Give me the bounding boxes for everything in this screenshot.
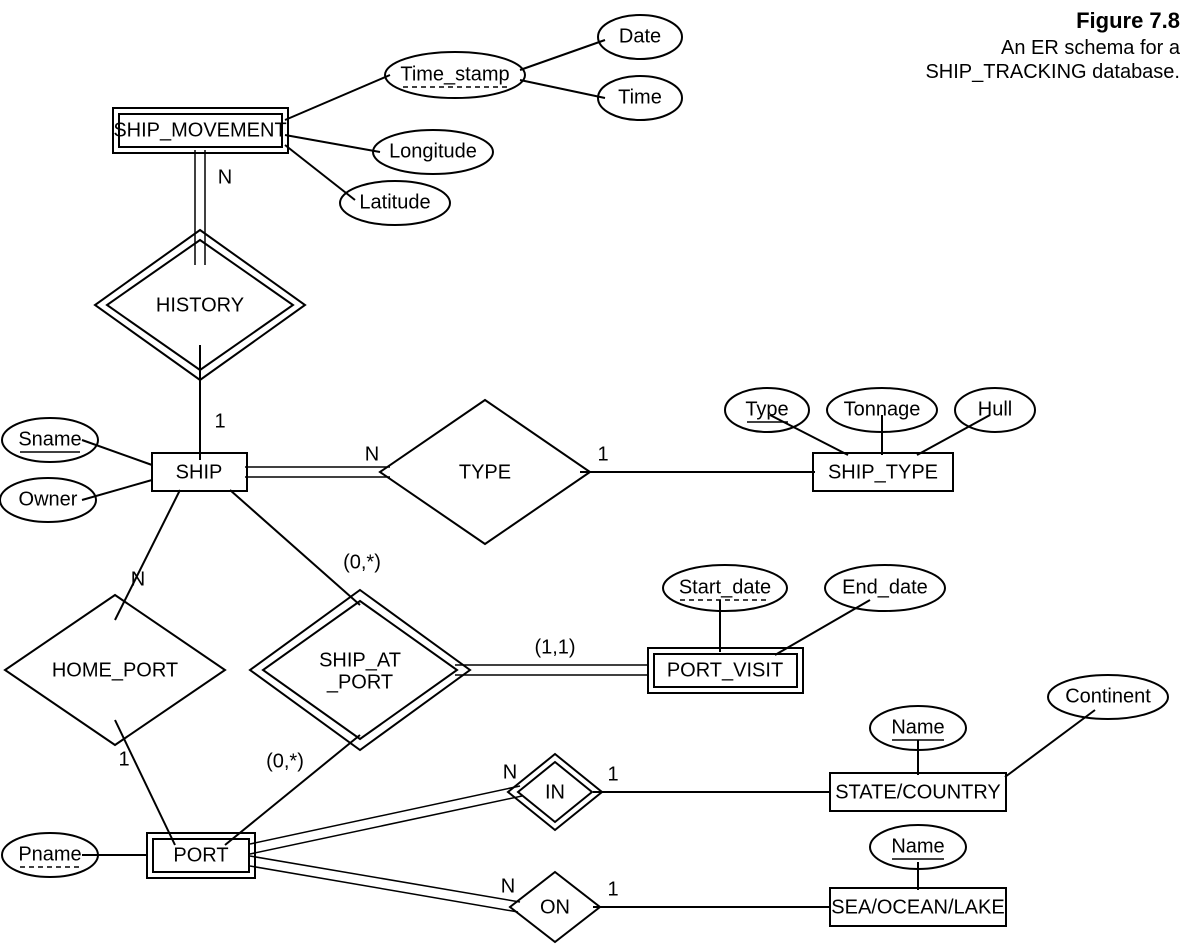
entity-ship-type: SHIP_TYPE: [813, 453, 953, 491]
rel-ship-at-port: SHIP_AT _PORT: [250, 590, 470, 750]
entity-ship-movement: SHIP_MOVEMENT: [113, 108, 288, 153]
svg-text:_PORT: _PORT: [326, 671, 393, 693]
figure-title: Figure 7.8: [1076, 8, 1180, 33]
figure-caption-l1: An ER schema for a: [1001, 37, 1181, 59]
attr-time-stamp: Time_stamp: [385, 52, 525, 98]
svg-text:End_date: End_date: [842, 576, 928, 598]
svg-text:ON: ON: [540, 896, 570, 918]
svg-text:SHIP_MOVEMENT: SHIP_MOVEMENT: [113, 119, 286, 141]
attr-latitude: Latitude: [340, 181, 450, 225]
svg-text:Hull: Hull: [978, 398, 1012, 420]
svg-text:Name: Name: [891, 716, 944, 738]
card-on-1: 1: [607, 878, 618, 900]
svg-text:Continent: Continent: [1065, 685, 1151, 707]
rel-type: TYPE: [380, 400, 590, 544]
attr-owner: Owner: [0, 478, 96, 522]
attr-continent: Continent: [1048, 675, 1168, 719]
svg-text:IN: IN: [545, 781, 565, 803]
svg-text:SHIP_TYPE: SHIP_TYPE: [828, 461, 938, 483]
card-in-1: 1: [607, 763, 618, 785]
svg-text:SEA/OCEAN/LAKE: SEA/OCEAN/LAKE: [831, 896, 1004, 918]
svg-text:Time: Time: [618, 86, 662, 108]
entity-port-visit: PORT_VISIT: [648, 648, 803, 693]
svg-text:Longitude: Longitude: [389, 140, 477, 162]
svg-text:HOME_PORT: HOME_PORT: [52, 659, 178, 681]
attr-hull: Hull: [955, 388, 1035, 432]
card-on-n: N: [501, 875, 515, 897]
rel-on: ON: [510, 872, 600, 942]
svg-text:Latitude: Latitude: [359, 191, 430, 213]
card-sap-ship: (0,*): [343, 551, 381, 573]
svg-text:PORT: PORT: [173, 844, 228, 866]
attr-longitude: Longitude: [373, 130, 493, 174]
svg-text:Type: Type: [745, 398, 788, 420]
card-history-n: N: [218, 166, 232, 188]
svg-text:HISTORY: HISTORY: [156, 294, 244, 316]
attr-type: Type: [725, 388, 809, 432]
svg-text:Owner: Owner: [19, 488, 78, 510]
card-history-1: 1: [214, 410, 225, 432]
svg-text:Name: Name: [891, 835, 944, 857]
attr-date: Date: [598, 15, 682, 59]
er-diagram: Figure 7.8 An ER schema for a SHIP_TRACK…: [0, 0, 1191, 952]
svg-text:Tonnage: Tonnage: [844, 398, 921, 420]
svg-text:SHIP: SHIP: [176, 461, 223, 483]
attr-end-date: End_date: [825, 565, 945, 611]
svg-text:Date: Date: [619, 25, 661, 47]
svg-text:Start_date: Start_date: [679, 576, 771, 598]
card-in-n: N: [503, 761, 517, 783]
card-homeport-n: N: [131, 568, 145, 590]
entity-port: PORT: [147, 833, 255, 878]
svg-text:TYPE: TYPE: [459, 461, 511, 483]
attr-start-date: Start_date: [663, 565, 787, 611]
attr-time: Time: [598, 76, 682, 120]
rel-in: IN: [508, 754, 602, 830]
card-sap-port: (0,*): [266, 750, 304, 772]
rel-home-port: HOME_PORT: [5, 595, 225, 745]
svg-text:STATE/COUNTRY: STATE/COUNTRY: [835, 781, 1001, 803]
card-sap-visit: (1,1): [534, 636, 575, 658]
figure-caption-l2: SHIP_TRACKING database.: [925, 61, 1180, 83]
card-homeport-1: 1: [118, 748, 129, 770]
svg-text:Pname: Pname: [18, 843, 81, 865]
card-type-n: N: [365, 443, 379, 465]
svg-text:Sname: Sname: [18, 428, 81, 450]
svg-text:Time_stamp: Time_stamp: [400, 63, 509, 85]
svg-text:SHIP_AT: SHIP_AT: [319, 649, 401, 671]
entity-sea-ocean-lake: SEA/OCEAN/LAKE: [830, 888, 1006, 926]
entity-state-country: STATE/COUNTRY: [830, 773, 1006, 811]
card-type-1: 1: [597, 443, 608, 465]
svg-text:PORT_VISIT: PORT_VISIT: [667, 659, 783, 681]
